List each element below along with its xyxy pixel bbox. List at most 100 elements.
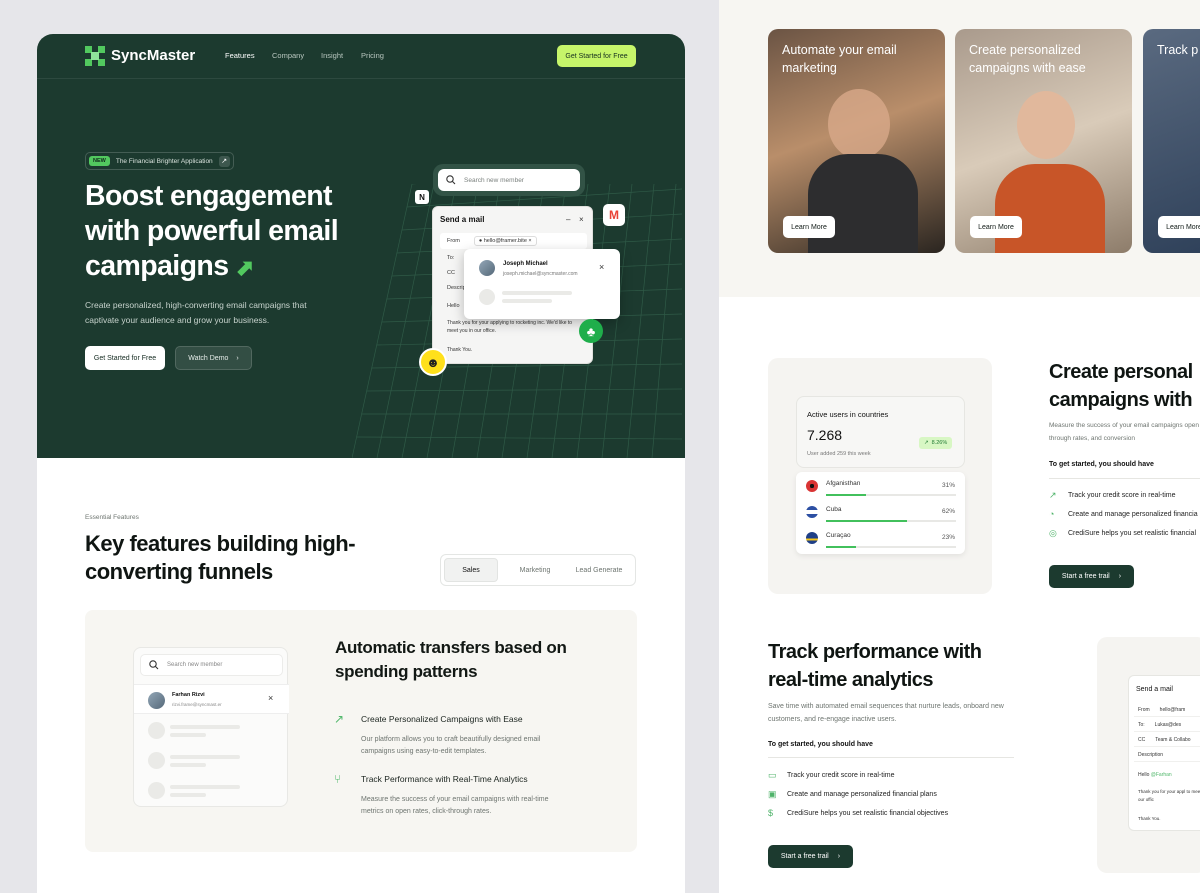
search-icon xyxy=(149,660,159,670)
to-value: Lukas@des xyxy=(1154,722,1182,728)
watch-demo-button[interactable]: Watch Demo › xyxy=(175,346,252,370)
syncmaster-logo-icon xyxy=(85,46,105,66)
chevron-right-icon: › xyxy=(837,853,841,860)
to-row[interactable]: To: Lukas@des xyxy=(1134,719,1200,732)
active-users-panel: Active users in countries 7.268 ↗ 8.26% U… xyxy=(768,358,992,594)
country-percent: 31% xyxy=(941,482,955,489)
get-started-button[interactable]: Get Started for Free xyxy=(85,346,165,370)
tab-marketing[interactable]: Marketing xyxy=(507,558,563,582)
start-trial-label: Start a free trail xyxy=(1061,573,1110,580)
search-placeholder: Search new member xyxy=(167,662,223,668)
from-label: From xyxy=(1138,707,1150,713)
country-percent: 62% xyxy=(941,508,955,515)
learn-more-button[interactable]: Learn More xyxy=(1158,216,1200,238)
placeholder-line xyxy=(170,793,206,797)
card-personalized: Create personalized campaigns with ease … xyxy=(955,29,1132,253)
active-users-title: Active users in countries xyxy=(807,410,889,419)
arrow-up-right-icon: ↗ xyxy=(218,155,230,167)
card-automate: Automate your email marketing Learn More xyxy=(768,29,945,253)
nav-pricing[interactable]: Pricing xyxy=(361,51,384,60)
nav-insight[interactable]: Insight xyxy=(321,51,343,60)
personal-campaign-desc: Measure the success of your email campai… xyxy=(1049,422,1200,442)
learn-more-button[interactable]: Learn More xyxy=(783,216,835,238)
cc-row[interactable]: CC Team & Collabo xyxy=(1134,734,1200,747)
member-search-widget: Search new member xyxy=(433,164,585,196)
checklist-text: Track your credit score in real-time xyxy=(1068,492,1176,499)
country-name: Cuba xyxy=(826,506,842,513)
country-bar xyxy=(826,494,956,496)
start-free-trial-button[interactable]: Start a free trail › xyxy=(1049,565,1134,588)
notion-icon: N xyxy=(415,190,429,204)
member-search-input[interactable]: Search new member xyxy=(438,169,580,191)
card-icon: ▭ xyxy=(768,770,777,780)
minimize-icon[interactable]: – xyxy=(566,215,570,224)
country-bar-fill xyxy=(826,546,856,548)
member-search-input[interactable]: Search new member xyxy=(140,654,283,676)
checklist-text: Create and manage personalized financia xyxy=(1068,510,1198,518)
active-users-note: User added 259 this week xyxy=(807,451,871,457)
tab-lead-generate[interactable]: Lead Generate xyxy=(567,558,631,582)
from-row[interactable]: From hello@fram xyxy=(1134,704,1200,717)
mail-body: Thank you for your appl to meet you in o… xyxy=(1138,789,1200,802)
new-tag: NEW xyxy=(89,156,110,166)
member-row-selected[interactable]: Farhan Rizvi rizvi.frame@syncmast.er × xyxy=(134,684,289,714)
announcement-badge[interactable]: NEW The Financial Brighter Application ↗ xyxy=(85,152,234,170)
gmail-icon: M xyxy=(603,204,625,226)
card-caption: Create personalized campaigns with ease xyxy=(969,43,1086,75)
nav-divider xyxy=(37,78,685,79)
divider xyxy=(768,757,1014,758)
avatar xyxy=(479,260,495,276)
checklist-item: ◔ Create and manage personalized financia xyxy=(1049,509,1198,519)
close-icon[interactable]: × xyxy=(599,262,604,272)
contact-email: joseph.michael@syncmaster.com xyxy=(503,271,578,277)
checklist-text: CrediSure helps you set realistic financ… xyxy=(1068,530,1197,537)
feature-item-desc: Measure the success of your email campai… xyxy=(361,796,549,815)
close-icon[interactable]: × xyxy=(579,215,584,224)
learn-more-button[interactable]: Learn More xyxy=(970,216,1022,238)
from-value: hello@fram xyxy=(1159,707,1186,713)
card-caption: Track p real-tim xyxy=(1157,43,1200,57)
card-track: Track p real-tim Learn More xyxy=(1143,29,1200,253)
hero-subtitle: Create personalized, high-converting ema… xyxy=(85,300,307,325)
checklist-item: ↗ Track your credit score in real-time xyxy=(1049,490,1176,501)
hero-title: Boost engagement with powerful email cam… xyxy=(85,180,339,282)
get-started-nav-button[interactable]: Get Started for Free xyxy=(557,45,636,67)
right-preview: Automate your email marketing Learn More… xyxy=(719,0,1200,893)
placeholder-avatar xyxy=(148,722,165,739)
start-trial-label: Start a free trail xyxy=(780,853,829,860)
avatar xyxy=(148,692,165,709)
member-name: Farhan Rizvi xyxy=(172,692,205,698)
nav-company[interactable]: Company xyxy=(272,51,304,60)
country-percent: 23% xyxy=(941,534,955,541)
country-list: Afganisthan 31% Cuba 62% Curaçao 23% xyxy=(796,472,965,554)
landing-page-frame: SyncMaster Features Company Insight Pric… xyxy=(37,34,685,893)
gauge-icon: ◔ xyxy=(1049,509,1055,519)
checklist-item: $ CrediSure helps you set realistic finan… xyxy=(768,808,948,818)
greeting-text: Hello xyxy=(1138,772,1150,778)
to-label: To: xyxy=(447,255,455,261)
mail-greeting: Hello @Farhan xyxy=(1138,772,1172,778)
chevron-right-icon: › xyxy=(236,354,239,362)
from-row[interactable]: From ● hello@framer.bite × xyxy=(440,233,587,249)
mention-text: @Farhan xyxy=(1150,772,1172,778)
description-row[interactable]: Description xyxy=(1134,749,1200,762)
mail-signoff: Thank You. xyxy=(447,347,473,353)
features-eyebrow: Essential Features xyxy=(85,514,139,521)
brand-name[interactable]: SyncMaster xyxy=(111,47,195,64)
chevron-right-icon: › xyxy=(1118,573,1122,580)
placeholder-line xyxy=(170,725,240,729)
placeholder-line xyxy=(502,291,572,295)
track-performance-title: Track performance with real-time analyti… xyxy=(768,641,982,691)
start-free-trial-button[interactable]: Start a free trail › xyxy=(768,845,853,868)
contact-suggestion-popup: Joseph Michael joseph.michael@syncmaster… xyxy=(464,249,620,319)
placeholder-avatar xyxy=(148,752,165,769)
country-name: Afganisthan xyxy=(826,480,861,487)
tab-sales[interactable]: Sales xyxy=(444,558,498,582)
send-mail-title: Send a mail xyxy=(440,215,485,224)
chart-up-icon: ↗ xyxy=(1049,490,1057,500)
description-label: Description xyxy=(1138,752,1164,758)
search-icon xyxy=(446,175,456,185)
send-mail-title: Send a mail xyxy=(1136,686,1173,693)
close-icon[interactable]: × xyxy=(268,693,273,703)
nav-features[interactable]: Features xyxy=(225,51,255,60)
